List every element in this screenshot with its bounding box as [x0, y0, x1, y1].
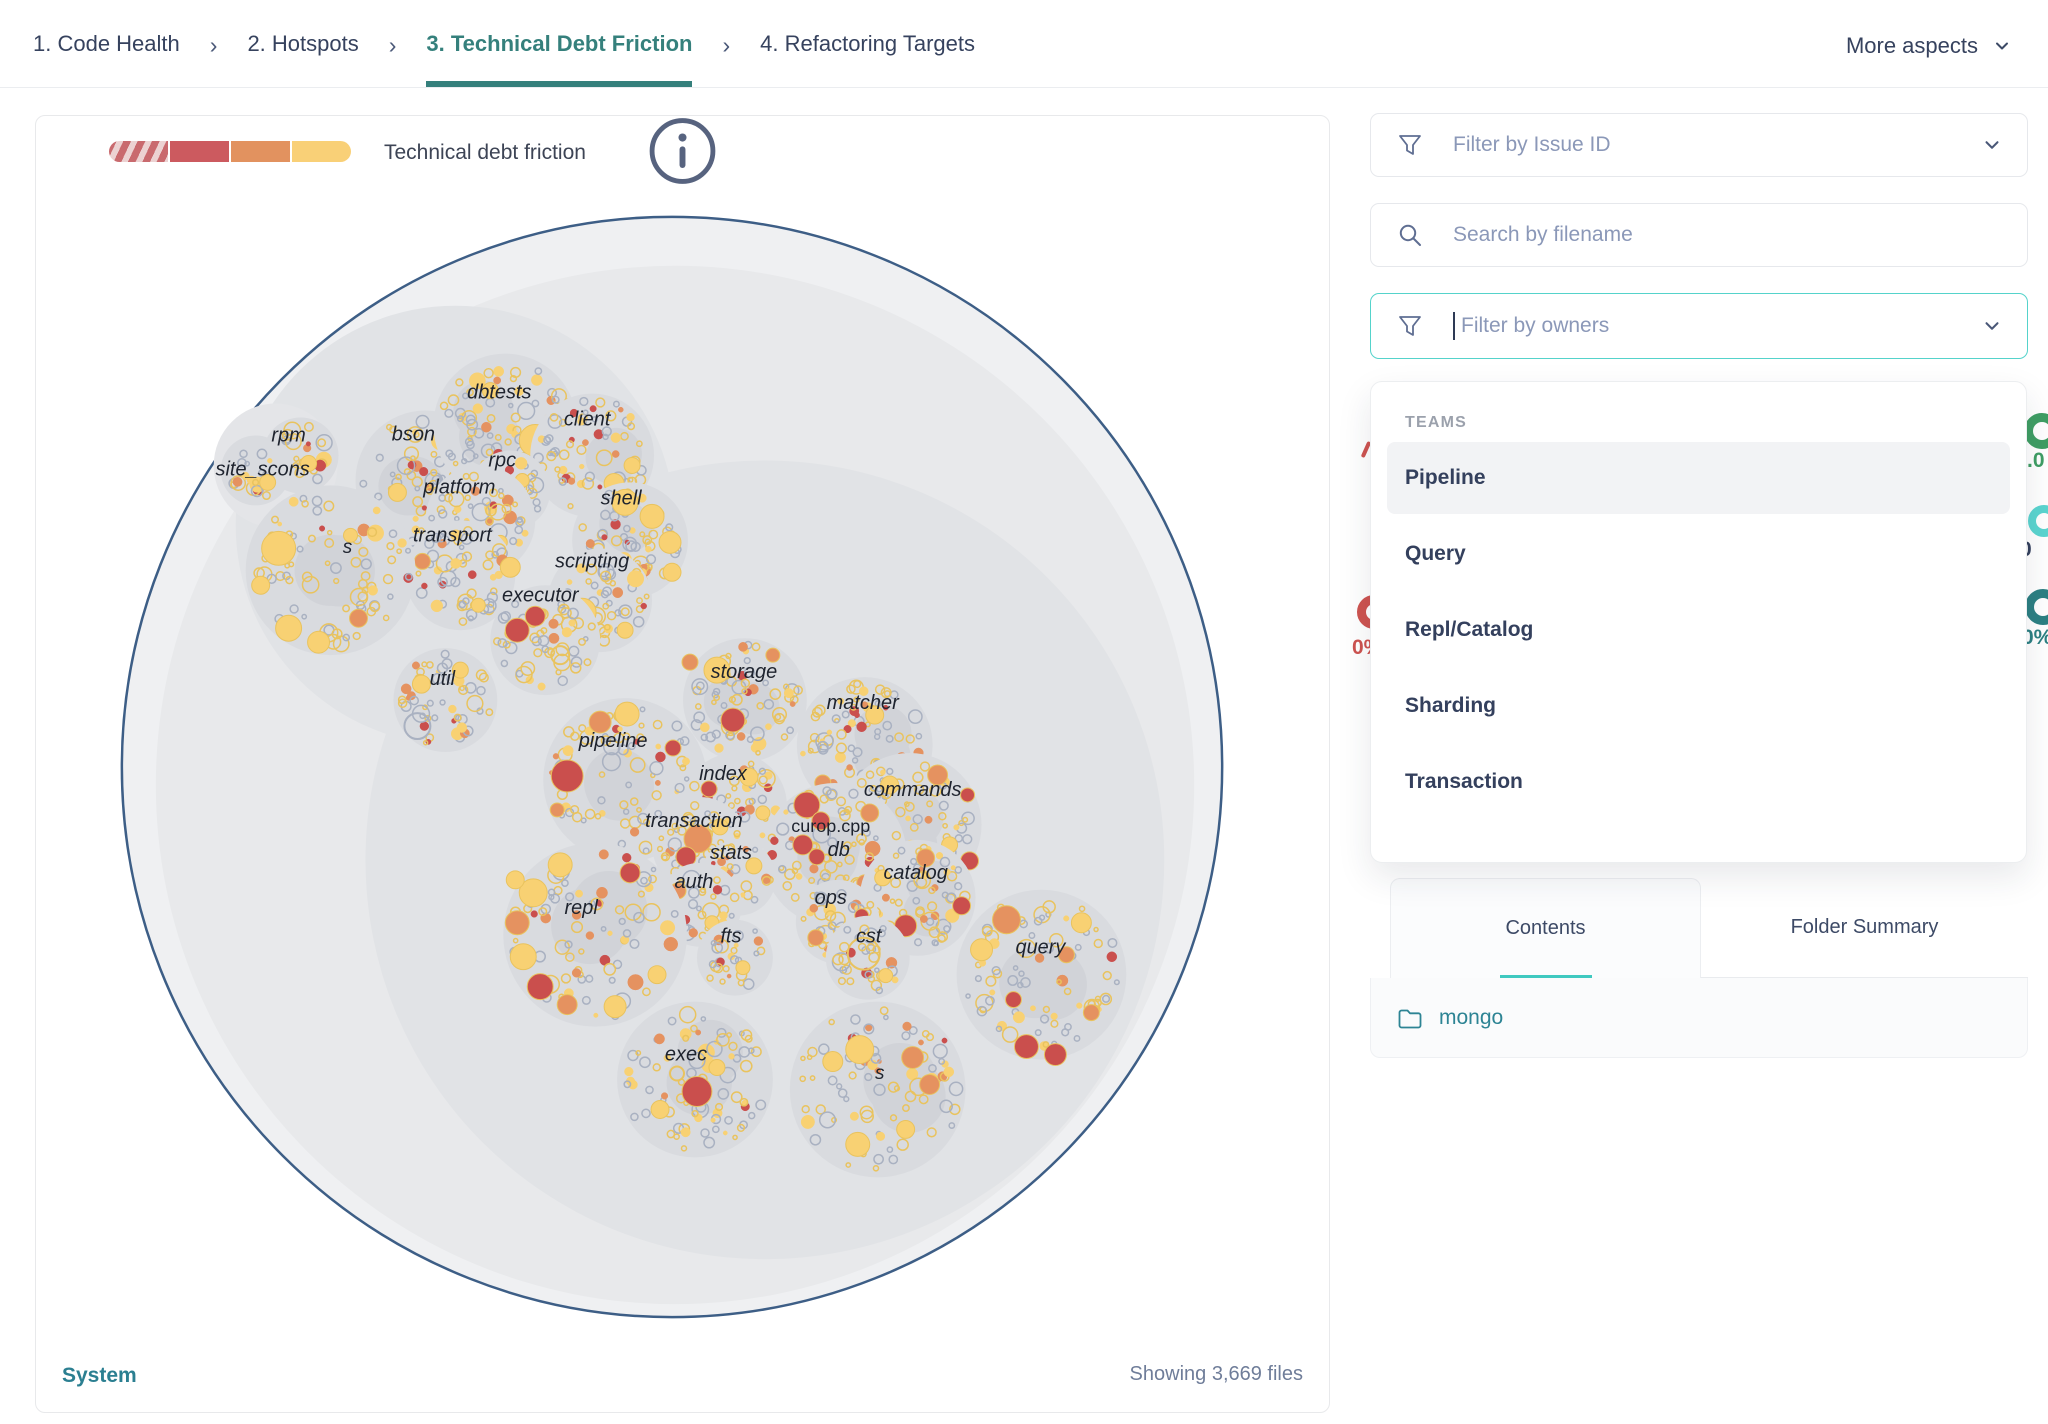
chevron-down-icon: [1992, 36, 2012, 56]
mongo-folder-link[interactable]: mongo: [1439, 1006, 1503, 1030]
legend-seg-yellow: [292, 141, 351, 162]
tab-contents-label: Contents: [1505, 917, 1585, 940]
nav-item-technical-debt-friction[interactable]: 3. Technical Debt Friction: [426, 0, 692, 87]
owner-option-sharding[interactable]: Sharding: [1387, 670, 2010, 742]
svg-text:executor: executor: [502, 584, 580, 606]
svg-text:pipeline: pipeline: [578, 730, 648, 752]
folder-icon: [1397, 1006, 1423, 1030]
gauge-value-green: .0: [2027, 449, 2045, 473]
tab-folder-summary-label: Folder Summary: [1791, 916, 1939, 939]
search-filename-placeholder: Search by filename: [1453, 223, 2003, 247]
gauge-ring-teal: [2025, 589, 2048, 625]
svg-text:rpm: rpm: [271, 425, 305, 447]
text-cursor: [1453, 312, 1455, 340]
svg-text:matcher: matcher: [827, 692, 900, 714]
top-nav: 1. Code Health › 2. Hotspots › 3. Techni…: [0, 0, 2048, 88]
legend-seg-red: [170, 141, 229, 162]
funnel-icon: [1397, 132, 1423, 158]
funnel-icon: [1397, 313, 1423, 339]
svg-text:stats: stats: [710, 842, 752, 864]
filter-issue-id[interactable]: Filter by Issue ID: [1370, 113, 2028, 177]
svg-text:platform: platform: [422, 476, 495, 498]
root-system-link[interactable]: System: [62, 1364, 137, 1388]
tech-debt-panel: rpm site_scons bson dbtests client rpc platfor…: [35, 115, 1330, 1413]
chart-legend: Technical debt friction: [36, 116, 1329, 186]
svg-text:transport: transport: [413, 524, 493, 546]
breadcrumb-separator: ›: [389, 0, 397, 87]
svg-text:commands: commands: [864, 779, 962, 801]
svg-text:fts: fts: [720, 926, 741, 948]
tech-debt-bubble-chart[interactable]: rpm site_scons bson dbtests client rpc platfor…: [36, 116, 1329, 1412]
gauge-ring-green: [2024, 413, 2048, 449]
more-aspects-button[interactable]: More aspects: [1846, 0, 2012, 87]
search-icon: [1397, 222, 1423, 248]
svg-text:dbtests: dbtests: [467, 382, 531, 404]
owners-dropdown: TEAMS Pipeline Query Repl/Catalog Shardi…: [1370, 381, 2027, 863]
owner-option-repl-catalog[interactable]: Repl/Catalog: [1387, 594, 2010, 666]
filter-owners-placeholder: Filter by owners: [1461, 314, 1951, 338]
svg-text:transaction: transaction: [645, 810, 743, 832]
svg-text:scripting: scripting: [555, 550, 629, 572]
breadcrumb-separator: ›: [722, 0, 730, 87]
filter-owners-input[interactable]: Filter by owners: [1370, 293, 2028, 359]
svg-text:util: util: [430, 668, 456, 690]
svg-text:auth: auth: [675, 871, 714, 893]
friction-scale-legend: [109, 141, 351, 162]
tab-contents[interactable]: Contents: [1390, 878, 1701, 978]
legend-seg-orange: [231, 141, 290, 162]
svg-text:shell: shell: [601, 487, 643, 509]
legend-seg-striped: [109, 141, 168, 162]
breadcrumb-separator: ›: [210, 0, 218, 87]
owner-option-transaction[interactable]: Transaction: [1387, 746, 2010, 818]
svg-text:bson: bson: [392, 424, 435, 446]
legend-title: Technical debt friction: [384, 141, 586, 165]
contents-list-item-mongo[interactable]: mongo: [1370, 978, 2028, 1058]
owner-option-pipeline[interactable]: Pipeline: [1387, 442, 2010, 514]
svg-text:s: s: [875, 1063, 885, 1084]
gauge-ring-cyan: [2028, 505, 2048, 537]
nav-item-hotspots[interactable]: 2. Hotspots: [247, 0, 358, 87]
file-count-status: Showing 3,669 files: [1130, 1363, 1303, 1386]
svg-text:rpc: rpc: [488, 449, 516, 471]
more-aspects-label: More aspects: [1846, 33, 1978, 59]
svg-text:index: index: [699, 763, 748, 785]
svg-text:repl: repl: [565, 897, 599, 919]
svg-text:catalog: catalog: [883, 862, 947, 884]
search-filename-input[interactable]: Search by filename: [1370, 203, 2028, 267]
svg-text:db: db: [828, 839, 850, 861]
filter-issue-id-placeholder: Filter by Issue ID: [1453, 133, 1951, 157]
svg-text:site_scons: site_scons: [216, 458, 310, 480]
svg-text:client: client: [564, 409, 612, 431]
svg-text:query: query: [1015, 937, 1066, 959]
svg-text:storage: storage: [711, 661, 778, 683]
svg-text:curop.cpp: curop.cpp: [791, 816, 870, 836]
nav-item-refactoring-targets[interactable]: 4. Refactoring Targets: [760, 0, 975, 87]
breadcrumb: 1. Code Health › 2. Hotspots › 3. Techni…: [33, 0, 975, 87]
svg-text:exec: exec: [665, 1044, 707, 1066]
owner-option-query[interactable]: Query: [1387, 518, 2010, 590]
tab-folder-summary[interactable]: Folder Summary: [1701, 878, 2028, 978]
svg-text:cst: cst: [856, 926, 883, 948]
chevron-down-icon[interactable]: [1981, 134, 2003, 156]
svg-text:s: s: [343, 537, 353, 558]
chevron-down-icon[interactable]: [1981, 315, 2003, 337]
nav-item-code-health[interactable]: 1. Code Health: [33, 0, 180, 87]
teams-group-label: TEAMS: [1405, 414, 1467, 432]
svg-text:ops: ops: [815, 887, 847, 909]
